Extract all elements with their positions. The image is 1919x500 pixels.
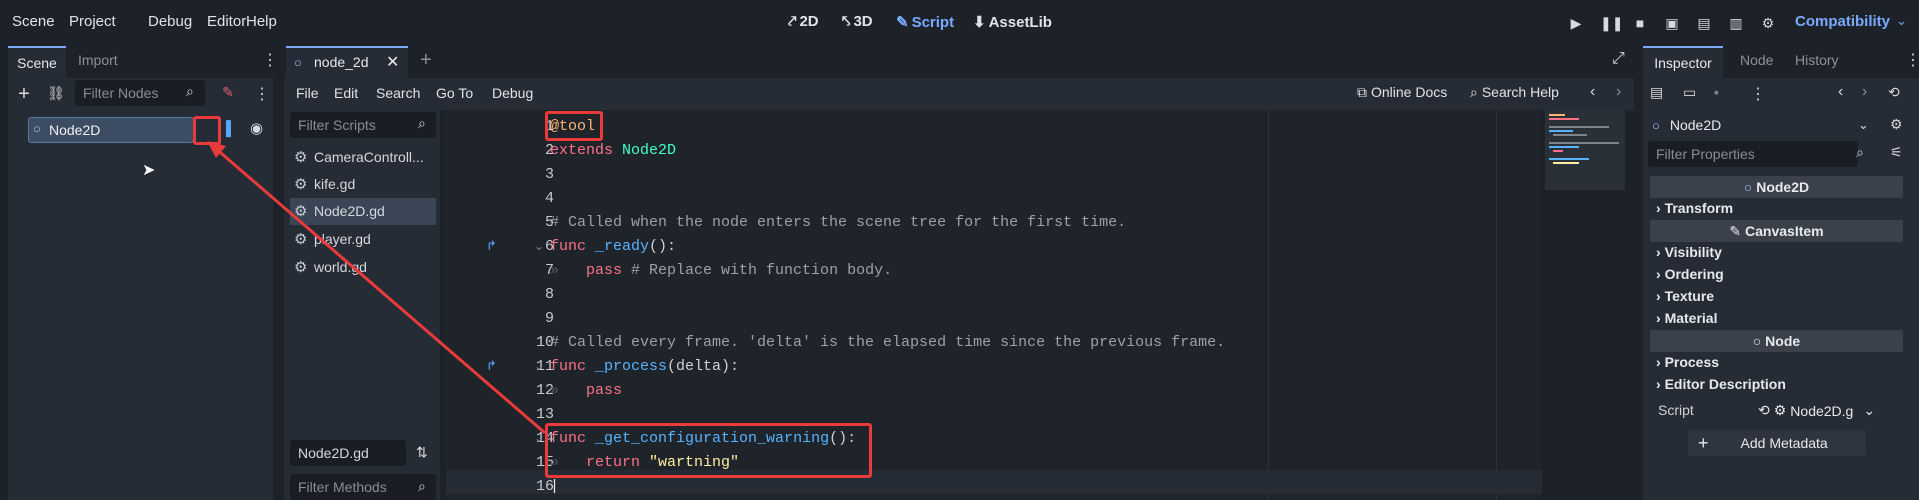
search-icon: ⌕ [1856, 144, 1864, 160]
plus-icon: + [1698, 432, 1709, 453]
node-icon: ○ [1752, 333, 1766, 349]
pencil-icon: ✎ [1729, 223, 1746, 239]
gear-icon: ⚙ [1773, 402, 1787, 418]
group-ordering[interactable]: › Ordering [1656, 266, 1724, 282]
new-resource-icon[interactable]: ▤ [1650, 84, 1663, 101]
group-editor-description[interactable]: › Editor Description [1656, 376, 1786, 392]
chevron-down-icon: ⌄ [1863, 402, 1876, 418]
inspector-menu-icon[interactable]: ⋮ [1750, 84, 1766, 104]
script-property-value[interactable]: ⟲ ⚙ Node2D.g ⌄ [1758, 402, 1875, 419]
group-material[interactable]: › Material [1656, 310, 1717, 326]
section-node2d: ○ Node2D [1650, 176, 1903, 198]
group-texture[interactable]: › Texture [1656, 288, 1714, 304]
history-forward-icon[interactable]: › [1862, 83, 1867, 101]
tab-history[interactable]: History [1795, 52, 1839, 68]
open-folder-icon[interactable]: ▭ [1683, 84, 1696, 101]
group-process[interactable]: › Process [1656, 354, 1719, 370]
annotation-arrow [207, 141, 546, 435]
save-icon[interactable]: ▪ [1714, 84, 1719, 100]
tab-node[interactable]: Node [1740, 52, 1773, 68]
section-canvasitem: ✎ CanvasItem [1650, 220, 1903, 242]
tune-icon[interactable]: ⚟ [1890, 144, 1903, 161]
script-property-label: Script [1658, 402, 1694, 418]
group-transform[interactable]: › Transform [1656, 200, 1733, 216]
node2d-icon: ○ [1743, 179, 1757, 195]
add-metadata-button[interactable]: + Add Metadata [1688, 430, 1866, 456]
reset-icon[interactable]: ⟲ [1758, 402, 1770, 419]
object-selector[interactable]: ○ Node2D ⌄ [1650, 112, 1890, 138]
tab-inspector[interactable]: Inspector [1643, 46, 1723, 78]
group-visibility[interactable]: › Visibility [1656, 244, 1722, 260]
history-back-icon[interactable]: ‹ [1838, 83, 1843, 101]
filter-properties-input[interactable]: Filter Properties [1648, 141, 1858, 167]
object-properties-icon[interactable]: ⚙ [1890, 116, 1903, 133]
section-node: ○ Node [1650, 330, 1903, 352]
node2d-icon: ○ [1652, 117, 1660, 133]
chevron-down-icon: ⌄ [1858, 117, 1869, 132]
object-history-icon[interactable]: ⟲ [1888, 84, 1900, 101]
dock-menu-icon[interactable]: ⋮ [1905, 50, 1919, 70]
